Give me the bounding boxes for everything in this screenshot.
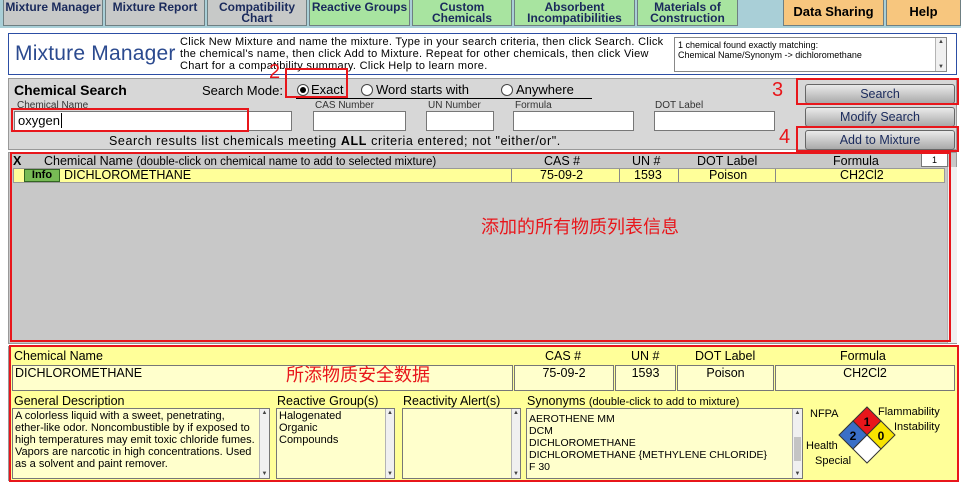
search-summary-line2: Chemical Name/Synonym -> dichloromethane [678, 50, 862, 60]
dot-label-label: DOT Label [655, 100, 704, 111]
search-summary-box: 1 chemical found exactly matching: Chemi… [674, 37, 947, 72]
mode-underline [296, 98, 592, 99]
search-mode-label: Search Mode: [202, 83, 283, 98]
un-number-label: UN Number [428, 100, 481, 111]
mode-anywhere-radio[interactable] [501, 84, 513, 96]
tab-data-sharing[interactable]: Data Sharing [783, 0, 884, 26]
annotation-box-add [796, 126, 959, 152]
cas-number-input[interactable] [313, 111, 406, 131]
annotation-detail-note: 所添物质安全数据 [286, 365, 430, 385]
chemical-search-title: Chemical Search [14, 82, 127, 98]
scroll-down-icon[interactable]: ▼ [936, 63, 946, 71]
tab-label: Data Sharing [793, 4, 874, 19]
tab-mixture-report[interactable]: Mixture Report [105, 0, 205, 26]
mode-anywhere-label[interactable]: Anywhere [516, 82, 574, 97]
search-criteria-note: Search results list chemicals meeting AL… [109, 134, 561, 148]
header-panel: Mixture Manager Click New Mixture and na… [8, 33, 957, 75]
annotation-number-4: 4 [779, 126, 791, 148]
modify-search-button[interactable]: Modify Search [805, 107, 955, 127]
tab-compatibility-chart[interactable]: Compatibility Chart [207, 0, 307, 26]
note-text-end: criteria entered; not "either/or". [367, 134, 561, 148]
tab-label: Help [909, 4, 938, 19]
tab-label: Absorbent Incompatibilities [527, 0, 622, 25]
formula-input[interactable] [513, 111, 634, 131]
annotation-box-results [10, 152, 951, 342]
formula-label: Formula [515, 100, 552, 111]
annotation-list-note: 添加的所有物质列表信息 [481, 217, 679, 237]
page-title: Mixture Manager [15, 42, 176, 65]
search-summary-line1: 1 chemical found exactly matching: [678, 40, 819, 50]
annotation-box-mode [285, 68, 348, 98]
tab-label: Custom Chemicals [431, 0, 493, 25]
summary-scrollbar[interactable]: ▲ ▼ [935, 38, 946, 71]
mode-word-starts-label[interactable]: Word starts with [376, 82, 469, 97]
mode-word-starts-radio[interactable] [361, 84, 373, 96]
tab-absorbent-incompatibilities[interactable]: Absorbent Incompatibilities [514, 0, 635, 26]
scroll-up-icon[interactable]: ▲ [936, 38, 946, 46]
annotation-number-3: 3 [772, 79, 784, 101]
un-number-input[interactable] [426, 111, 494, 131]
cas-number-label: CAS Number [315, 100, 374, 111]
note-text: Search results list chemicals meeting [109, 134, 341, 148]
annotation-box-name-input [11, 108, 249, 132]
note-bold: ALL [340, 134, 368, 148]
tab-label: Mixture Report [112, 0, 198, 14]
tab-reactive-groups[interactable]: Reactive Groups [309, 0, 410, 26]
dot-label-input[interactable] [654, 111, 775, 131]
tab-label: Reactive Groups [311, 0, 408, 14]
annotation-box-search [796, 78, 959, 105]
tab-label: Materials of Construction [650, 0, 725, 25]
annotation-number-2: 2 [269, 61, 281, 83]
instructions-text: Click New Mixture and name the mixture. … [180, 36, 664, 72]
tab-help[interactable]: Help [886, 0, 961, 26]
tab-label: Mixture Manager [5, 0, 101, 14]
tab-mixture-manager[interactable]: Mixture Manager [3, 0, 103, 26]
tab-label: Compatibility Chart [218, 0, 295, 25]
tab-materials-of-construction[interactable]: Materials of Construction [637, 0, 738, 26]
tab-custom-chemicals[interactable]: Custom Chemicals [412, 0, 512, 26]
annotation-box-detail [9, 345, 959, 482]
